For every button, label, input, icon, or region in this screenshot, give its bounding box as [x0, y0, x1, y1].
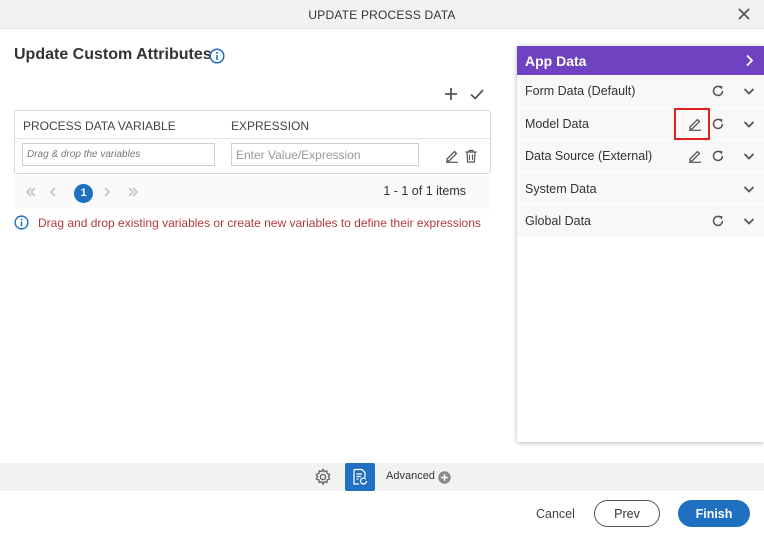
- app-data-panel: App Data Form Data (Default) Model Data: [517, 46, 764, 442]
- chevron-down-icon[interactable]: [742, 149, 756, 163]
- app-data-item-model-data[interactable]: Model Data: [517, 107, 764, 140]
- app-data-item-data-source[interactable]: Data Source (External): [517, 140, 764, 173]
- app-data-item-form-data[interactable]: Form Data (Default): [517, 75, 764, 108]
- refresh-icon[interactable]: [711, 149, 725, 163]
- section-title: Update Custom Attributes: [14, 46, 212, 63]
- app-data-title: App Data: [525, 53, 587, 69]
- refresh-icon[interactable]: [711, 117, 725, 131]
- current-page[interactable]: 1: [74, 184, 93, 203]
- variable-input[interactable]: [22, 143, 215, 166]
- dialog-title: UPDATE PROCESS DATA: [308, 8, 456, 22]
- prev-button[interactable]: Prev: [594, 500, 660, 527]
- footer-toolbar: [0, 463, 764, 491]
- first-page-icon[interactable]: [24, 185, 38, 199]
- hint-text: Drag and drop existing variables or crea…: [38, 216, 481, 230]
- expression-input[interactable]: [231, 143, 419, 166]
- chevron-right-icon[interactable]: [743, 54, 756, 67]
- pencil-icon[interactable]: [688, 149, 702, 163]
- app-data-item-system-data[interactable]: System Data: [517, 172, 764, 205]
- column-header-variable: PROCESS DATA VARIABLE: [23, 119, 176, 133]
- info-icon: [14, 215, 29, 230]
- plus-circle-icon[interactable]: [438, 471, 451, 484]
- close-icon[interactable]: [736, 6, 752, 22]
- check-icon[interactable]: [469, 86, 485, 102]
- advanced-label[interactable]: Advanced: [386, 470, 435, 482]
- app-data-item-global-data[interactable]: Global Data: [517, 205, 764, 238]
- chevron-down-icon[interactable]: [742, 117, 756, 131]
- trash-icon[interactable]: [464, 149, 478, 163]
- plus-icon[interactable]: [443, 86, 459, 102]
- cancel-button[interactable]: Cancel: [528, 503, 583, 525]
- refresh-icon[interactable]: [711, 214, 725, 228]
- process-data-grid: PROCESS DATA VARIABLE EXPRESSION: [14, 110, 491, 174]
- last-page-icon[interactable]: [126, 185, 140, 199]
- finish-button[interactable]: Finish: [678, 500, 750, 527]
- app-data-item-label: Data Source (External): [525, 149, 653, 163]
- app-data-item-label: System Data: [525, 181, 597, 196]
- app-data-header[interactable]: App Data: [517, 46, 764, 75]
- chevron-down-icon[interactable]: [742, 214, 756, 228]
- header-divider: [15, 138, 490, 139]
- gear-icon[interactable]: [314, 468, 332, 486]
- pager-info: 1 - 1 of 1 items: [383, 184, 466, 198]
- dialog-titlebar: UPDATE PROCESS DATA: [0, 0, 764, 29]
- process-data-button[interactable]: [345, 463, 375, 491]
- pencil-icon[interactable]: [445, 149, 459, 163]
- info-icon[interactable]: [209, 48, 225, 64]
- app-data-item-label: Form Data (Default): [525, 84, 636, 98]
- column-header-expression: EXPRESSION: [231, 119, 310, 133]
- pencil-icon[interactable]: [688, 117, 702, 131]
- app-data-item-label: Global Data: [525, 214, 592, 228]
- next-page-icon[interactable]: [100, 185, 114, 199]
- prev-page-icon[interactable]: [46, 185, 60, 199]
- app-data-item-label: Model Data: [525, 116, 589, 131]
- chevron-down-icon[interactable]: [742, 182, 756, 196]
- document-refresh-icon: [353, 468, 368, 485]
- refresh-icon[interactable]: [711, 84, 725, 98]
- grid-pager: 1 1 - 1 of 1 items: [14, 175, 491, 209]
- chevron-down-icon[interactable]: [742, 84, 756, 98]
